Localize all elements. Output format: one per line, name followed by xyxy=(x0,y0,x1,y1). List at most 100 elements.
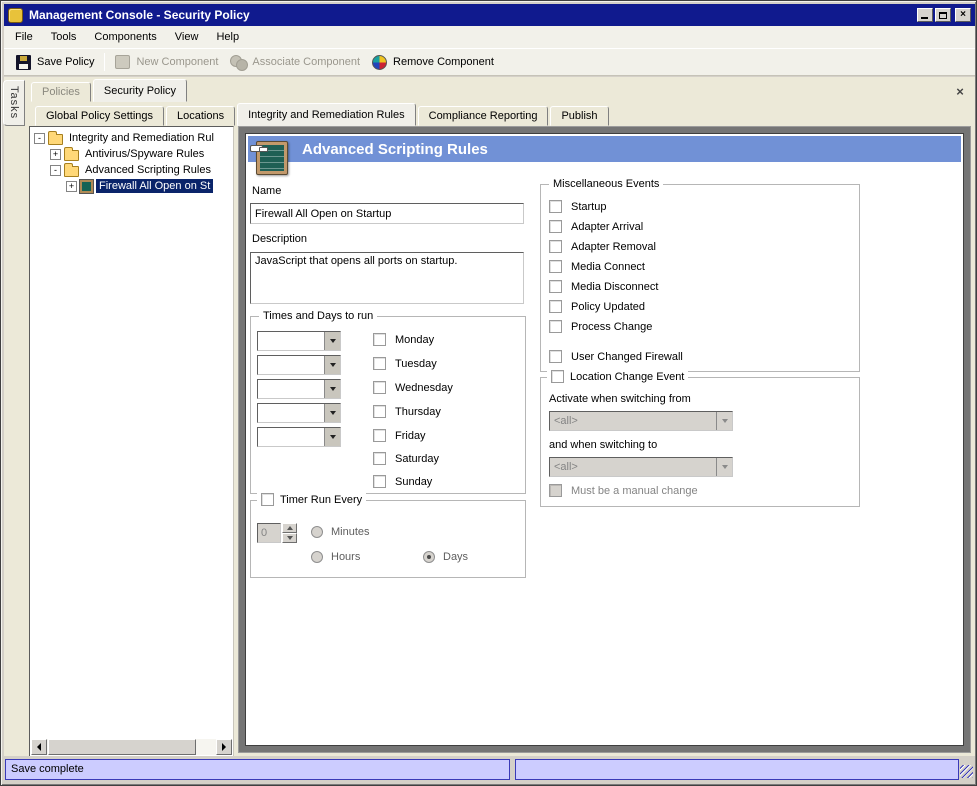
rule-editor-panel: Advanced Scripting Rules Name Descriptio… xyxy=(245,133,964,746)
friday-label: Friday xyxy=(395,429,426,442)
save-policy-button[interactable]: Save Policy xyxy=(10,52,100,73)
name-input[interactable] xyxy=(250,203,524,224)
time-slot-combo-2[interactable] xyxy=(257,355,341,375)
menu-help[interactable]: Help xyxy=(207,28,248,46)
associate-component-icon xyxy=(230,55,249,71)
timer-value-spinner: 0 xyxy=(257,523,297,543)
workspace: Policies Security Policy × Global Policy… xyxy=(4,77,975,757)
timer-run-every-checkbox[interactable] xyxy=(261,493,274,506)
wednesday-checkbox[interactable] xyxy=(373,381,386,394)
menu-components[interactable]: Components xyxy=(85,28,165,46)
tab-global-policy-settings[interactable]: Global Policy Settings xyxy=(35,106,164,126)
expand-icon[interactable]: + xyxy=(50,148,61,160)
scroll-right-button[interactable] xyxy=(216,739,232,755)
saturday-checkbox-row[interactable]: Saturday xyxy=(373,452,439,465)
maximize-button[interactable] xyxy=(935,8,951,22)
wednesday-checkbox-row[interactable]: Wednesday xyxy=(373,381,453,394)
media-disconnect-checkbox[interactable] xyxy=(549,280,562,293)
tree-item-integrity-remediation[interactable]: - Integrity and Remediation Rul xyxy=(34,130,217,146)
process-change-checkbox-row[interactable]: Process Change xyxy=(549,320,652,333)
media-connect-checkbox-row[interactable]: Media Connect xyxy=(549,260,645,273)
tree-item-label[interactable]: Advanced Scripting Rules xyxy=(82,163,214,177)
collapse-icon[interactable]: - xyxy=(50,164,61,176)
horizontal-scrollbar[interactable] xyxy=(31,739,232,755)
manual-change-checkbox-row: Must be a manual change xyxy=(549,484,698,497)
tab-integrity-remediation-rules[interactable]: Integrity and Remediation Rules xyxy=(237,103,416,126)
arrow-left-icon xyxy=(37,743,41,751)
thursday-checkbox-row[interactable]: Thursday xyxy=(373,405,441,418)
expand-icon[interactable]: + xyxy=(66,180,77,192)
chevron-down-icon[interactable] xyxy=(324,356,340,374)
user-changed-firewall-checkbox[interactable] xyxy=(549,350,562,363)
sunday-checkbox-row[interactable]: Sunday xyxy=(373,475,432,488)
policy-updated-checkbox[interactable] xyxy=(549,300,562,313)
menu-view[interactable]: View xyxy=(166,28,208,46)
friday-checkbox[interactable] xyxy=(373,429,386,442)
friday-checkbox-row[interactable]: Friday xyxy=(373,429,426,442)
adapter-removal-checkbox[interactable] xyxy=(549,240,562,253)
hours-radio-row: Hours xyxy=(311,551,360,563)
tab-publish[interactable]: Publish xyxy=(550,106,609,126)
time-slot-combo-1[interactable] xyxy=(257,331,341,351)
policy-updated-checkbox-row[interactable]: Policy Updated xyxy=(549,300,645,313)
tab-security-policy[interactable]: Security Policy xyxy=(92,79,188,102)
user-changed-firewall-label: User Changed Firewall xyxy=(571,350,683,363)
time-slot-combo-3[interactable] xyxy=(257,379,341,399)
time-slot-combo-5[interactable] xyxy=(257,427,341,447)
panel-title: Advanced Scripting Rules xyxy=(302,141,488,158)
remove-component-button[interactable]: Remove Component xyxy=(366,52,500,73)
menu-tools[interactable]: Tools xyxy=(42,28,86,46)
description-input[interactable]: JavaScript that opens all ports on start… xyxy=(250,252,524,304)
switch-from-combo: <all> xyxy=(549,411,733,431)
media-connect-checkbox[interactable] xyxy=(549,260,562,273)
tab-locations[interactable]: Locations xyxy=(166,106,236,126)
tree-item-advanced-scripting-rules[interactable]: - Advanced Scripting Rules xyxy=(50,162,214,178)
menu-file[interactable]: File xyxy=(6,28,42,46)
policy-tree-panel: - Integrity and Remediation Rul + Antivi… xyxy=(29,126,234,757)
chevron-down-icon[interactable] xyxy=(324,380,340,398)
monday-checkbox[interactable] xyxy=(373,333,386,346)
monday-label: Monday xyxy=(395,333,435,346)
chevron-down-icon[interactable] xyxy=(324,428,340,446)
location-change-event-checkbox[interactable] xyxy=(551,370,564,383)
process-change-checkbox[interactable] xyxy=(549,320,562,333)
adapter-arrival-checkbox-row[interactable]: Adapter Arrival xyxy=(549,220,643,233)
chevron-down-icon[interactable] xyxy=(324,332,340,350)
secondary-tab-strip: Global Policy Settings Locations Integri… xyxy=(35,103,609,126)
switch-from-value: <all> xyxy=(554,415,578,427)
saturday-checkbox[interactable] xyxy=(373,452,386,465)
startup-checkbox-row[interactable]: Startup xyxy=(549,200,606,213)
monday-checkbox-row[interactable]: Monday xyxy=(373,333,434,346)
close-button[interactable]: × xyxy=(955,8,971,22)
collapse-icon[interactable]: - xyxy=(34,132,45,144)
pane-close-icon[interactable]: × xyxy=(953,85,967,99)
hours-label: Hours xyxy=(331,551,361,563)
tasks-side-tab[interactable]: Tasks xyxy=(3,80,25,126)
user-changed-firewall-checkbox-row[interactable]: User Changed Firewall xyxy=(549,350,683,363)
minimize-button[interactable] xyxy=(917,8,933,22)
switch-to-value: <all> xyxy=(554,461,578,473)
resize-grip[interactable] xyxy=(960,765,973,778)
scrollbar-thumb[interactable] xyxy=(48,739,196,755)
times-days-group: Times and Days to run Monday Tuesday Wed… xyxy=(250,310,526,494)
scroll-left-button[interactable] xyxy=(31,739,47,755)
time-slot-value xyxy=(258,356,324,374)
adapter-arrival-checkbox[interactable] xyxy=(549,220,562,233)
adapter-removal-checkbox-row[interactable]: Adapter Removal xyxy=(549,240,656,253)
tree-item-antivirus-spyware-rules[interactable]: + Antivirus/Spyware Rules xyxy=(50,146,207,162)
description-label: Description xyxy=(252,233,308,245)
sunday-checkbox[interactable] xyxy=(373,475,386,488)
time-slot-combo-4[interactable] xyxy=(257,403,341,423)
startup-checkbox[interactable] xyxy=(549,200,562,213)
tuesday-checkbox-row[interactable]: Tuesday xyxy=(373,357,437,370)
tree-item-firewall-all-open[interactable]: + Firewall All Open on St xyxy=(66,178,214,194)
tree-item-label[interactable]: Integrity and Remediation Rul xyxy=(66,131,217,145)
chevron-down-icon[interactable] xyxy=(324,404,340,422)
tree-item-label[interactable]: Antivirus/Spyware Rules xyxy=(82,147,207,161)
tree-item-label-selected[interactable]: Firewall All Open on St xyxy=(96,179,214,193)
media-disconnect-checkbox-row[interactable]: Media Disconnect xyxy=(549,280,658,293)
tab-compliance-reporting[interactable]: Compliance Reporting xyxy=(417,106,549,126)
tuesday-checkbox[interactable] xyxy=(373,357,386,370)
manual-change-checkbox xyxy=(549,484,562,497)
thursday-checkbox[interactable] xyxy=(373,405,386,418)
